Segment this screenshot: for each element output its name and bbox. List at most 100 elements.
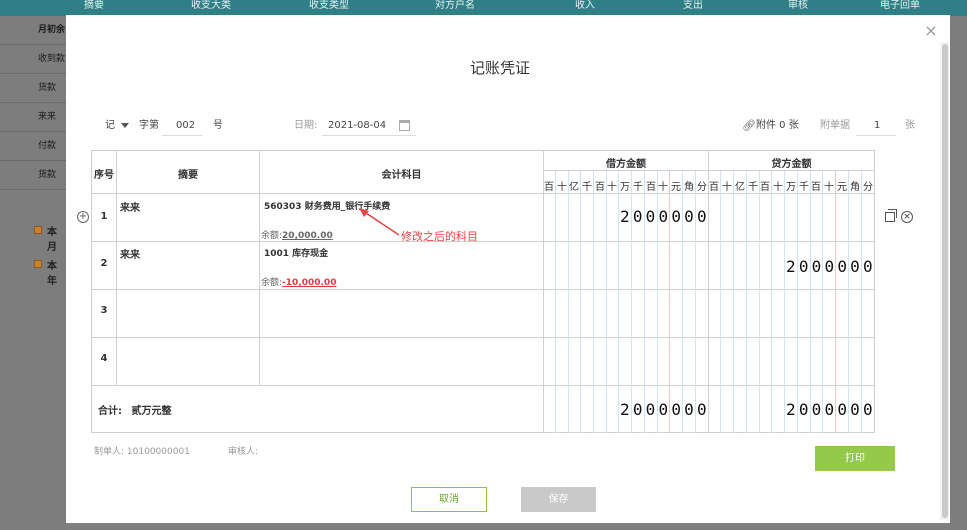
row-credit-amount[interactable]: 2000000 — [786, 257, 876, 276]
bg-row: 来来 — [0, 103, 66, 132]
unit-label: 十 — [557, 182, 567, 193]
bg-col-8: 电子回单 — [880, 0, 920, 11]
digit-line — [606, 171, 607, 433]
unit-label: 十 — [773, 182, 783, 193]
digit-line — [568, 171, 569, 433]
unit-label: 百 — [811, 182, 821, 193]
bg-col-7: 审核 — [788, 0, 808, 11]
unit-label: 万 — [786, 182, 796, 193]
paperclip-icon[interactable]: 🔗︎ — [742, 119, 756, 132]
total-label: 合计: — [98, 406, 122, 417]
total-debit: 2000000 — [620, 400, 710, 419]
bg-col-2: 收支大类 — [191, 0, 231, 11]
unit-label: 元 — [837, 182, 847, 193]
scrollbar-thumb[interactable] — [942, 44, 948, 518]
balance-value: -10,000.00 — [282, 278, 337, 288]
digit-line — [822, 171, 823, 433]
grid-line — [91, 385, 875, 386]
row-index: 3 — [100, 305, 108, 316]
add-row-icon[interactable]: + — [77, 211, 89, 223]
bg-marker-icon — [34, 226, 42, 234]
reviewer-label: 审核人: — [228, 447, 259, 457]
row-account-input[interactable]: 1001 库存现金 — [264, 246, 328, 259]
voucher-word-select[interactable]: 记 — [105, 119, 115, 133]
grid-line — [91, 193, 875, 194]
copy-row-icon[interactable] — [885, 209, 897, 222]
balance-label: 余额: — [261, 231, 283, 241]
preparer-label: 制单人: — [94, 447, 125, 457]
modal-title: 记账凭证 — [469, 59, 530, 77]
chevron-down-icon[interactable] — [121, 123, 129, 128]
bg-section-label: 本月 — [47, 227, 57, 253]
preparer-info: 制单人: 10100000001 — [94, 444, 190, 457]
bg-section-label: 本年 — [47, 261, 57, 287]
save-button[interactable]: 保存 — [521, 487, 596, 512]
background-right-edge — [950, 16, 967, 530]
grid-line — [91, 337, 875, 338]
unit-label: 千 — [799, 182, 809, 193]
date-input[interactable]: 2021-08-04 — [328, 119, 386, 133]
digit-line — [797, 171, 798, 433]
digit-line — [733, 171, 734, 433]
number-underline — [162, 135, 202, 136]
unit-label: 亿 — [735, 182, 745, 193]
attachment-link[interactable]: 附件 0 张 — [756, 119, 799, 133]
calendar-icon[interactable] — [399, 120, 410, 131]
balance-value: 20,000.00 — [282, 231, 333, 241]
digit-line — [835, 171, 836, 433]
close-icon[interactable]: × — [924, 23, 938, 39]
delete-row-icon[interactable]: × — [901, 211, 913, 223]
background-left-column: 月初余 收到款 货款 来来 付款 货款 本月 本年 — [0, 16, 66, 530]
header-debit: 借方金额 — [606, 159, 646, 170]
bg-row: 付款 — [0, 132, 66, 161]
digit-line — [593, 171, 594, 433]
digit-line — [771, 171, 772, 433]
receipt-underline — [856, 135, 896, 136]
unit-label: 百 — [709, 182, 719, 193]
digit-line — [848, 171, 849, 433]
unit-label: 分 — [863, 182, 873, 193]
row-index: 1 — [100, 211, 108, 222]
preparer-value: 10100000001 — [126, 447, 190, 457]
digit-line — [618, 171, 619, 433]
grid-line — [91, 241, 875, 242]
digit-line — [861, 171, 862, 433]
row-balance: 余额:-10,000.00 — [261, 275, 336, 288]
annotation-text: 修改之后的科目 — [401, 230, 478, 243]
row-summary-input[interactable]: 来来 — [120, 199, 140, 214]
header-credit: 贷方金额 — [771, 159, 812, 170]
row-balance: 余额:20,000.00 — [261, 228, 333, 241]
grid-line — [259, 150, 260, 385]
word-label: 字第 — [139, 120, 159, 131]
bg-col-5: 收入 — [575, 0, 595, 11]
bg-row: 货款 — [0, 74, 66, 103]
digit-line — [784, 171, 785, 433]
annotation-arrow — [359, 208, 400, 236]
header-index: 序号 — [94, 170, 114, 181]
bg-col-3: 收支类型 — [309, 0, 349, 11]
total-row: 合计: 贰万元整 — [98, 402, 171, 417]
unit-label: 千 — [582, 182, 592, 193]
unit-label: 十 — [824, 182, 834, 193]
unit-label: 十 — [607, 182, 617, 193]
row-summary-input[interactable]: 来来 — [120, 246, 140, 261]
date-label: 日期: — [294, 120, 318, 131]
bg-col-4: 对方户名 — [435, 0, 475, 11]
voucher-number-input[interactable]: 002 — [176, 119, 195, 133]
digit-line — [759, 171, 760, 433]
unit-label: 亿 — [569, 182, 579, 193]
reviewer-info: 审核人: — [228, 444, 258, 457]
receipt-count-input[interactable]: 1 — [874, 119, 880, 133]
row-debit-amount[interactable]: 2000000 — [620, 207, 710, 226]
date-underline — [322, 135, 416, 136]
row-index: 2 — [100, 258, 108, 269]
unit-label: 千 — [748, 182, 758, 193]
cancel-button[interactable]: 取消 — [411, 487, 487, 512]
number-suffix: 号 — [213, 120, 223, 131]
bg-row: 货款 — [0, 161, 66, 190]
total-in-words: 贰万元整 — [131, 406, 172, 417]
unit-label: 万 — [620, 182, 630, 193]
receipt-unit: 张 — [905, 120, 915, 131]
total-credit: 2000000 — [786, 400, 876, 419]
print-button[interactable]: 打印 — [815, 446, 895, 471]
